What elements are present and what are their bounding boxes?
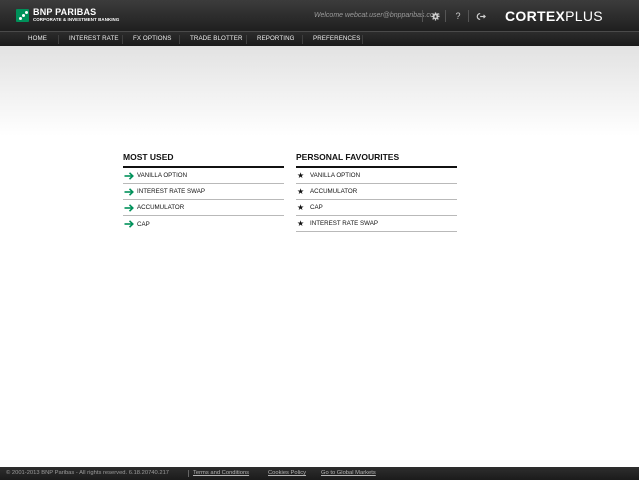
header-divider xyxy=(445,10,446,22)
logo-mark-icon xyxy=(16,8,29,22)
gear-icon[interactable] xyxy=(428,9,442,23)
nav-fx-options[interactable]: FX OPTIONS xyxy=(133,32,171,46)
brand-light: PLUS xyxy=(565,8,603,24)
brand-bold: CORTEX xyxy=(505,8,566,24)
favourite-item-accumulator[interactable]: ★ ACCUMULATOR xyxy=(296,184,457,200)
nav-divider xyxy=(122,35,123,44)
most-used-panel: MOST USED VANILLA OPTION INTEREST RATE S… xyxy=(123,152,284,232)
nav-trade-blotter[interactable]: TRADE BLOTTER xyxy=(190,32,243,46)
copyright-text: © 2001-2013 BNP Paribas - All rights res… xyxy=(6,470,170,476)
logo-subtitle: CORPORATE & INVESTMENT BANKING xyxy=(33,17,120,22)
favourite-item-cap[interactable]: ★ CAP xyxy=(296,200,457,216)
app-footer: © 2001-2013 BNP Paribas - All rights res… xyxy=(0,467,639,480)
list-item-label: CAP xyxy=(310,204,323,211)
most-used-item-vanilla-option[interactable]: VANILLA OPTION xyxy=(123,168,284,184)
nav-home[interactable]: HOME xyxy=(28,32,47,46)
list-item-label: ACCUMULATOR xyxy=(137,204,185,211)
nav-divider xyxy=(58,35,59,44)
help-button[interactable]: ? xyxy=(451,9,465,23)
power-icon[interactable] xyxy=(474,9,488,23)
list-item-label: INTEREST RATE SWAP xyxy=(310,220,378,227)
header-divider xyxy=(422,10,423,22)
nav-divider xyxy=(246,35,247,44)
most-used-item-cap[interactable]: CAP xyxy=(123,216,284,232)
main-nav: HOME INTEREST RATE FX OPTIONS TRADE BLOT… xyxy=(0,31,639,46)
favourite-item-vanilla-option[interactable]: ★ VANILLA OPTION xyxy=(296,168,457,184)
cookies-link[interactable]: Cookies Policy xyxy=(268,470,306,476)
nav-preferences[interactable]: PREFERENCES xyxy=(313,32,361,46)
nav-divider xyxy=(302,35,303,44)
star-icon[interactable]: ★ xyxy=(297,219,307,228)
list-item-label: VANILLA OPTION xyxy=(310,172,361,179)
cortex-plus-brand: CORTEXPLUS xyxy=(505,8,603,24)
global-markets-link[interactable]: Go to Global Markets xyxy=(321,470,376,476)
arrow-right-icon xyxy=(124,187,134,196)
bnp-paribas-logo[interactable]: BNP PARIBAS CORPORATE & INVESTMENT BANKI… xyxy=(16,8,119,22)
arrow-right-icon xyxy=(124,220,134,228)
star-icon[interactable]: ★ xyxy=(297,203,307,212)
list-item-label: INTEREST RATE SWAP xyxy=(137,188,205,195)
arrow-right-icon xyxy=(124,203,134,212)
footer-divider xyxy=(188,470,189,477)
logo-name: BNP PARIBAS xyxy=(33,7,97,17)
personal-favourites-title: PERSONAL FAVOURITES xyxy=(296,152,457,168)
nav-reporting[interactable]: REPORTING xyxy=(257,32,295,46)
personal-favourites-panel: PERSONAL FAVOURITES ★ VANILLA OPTION ★ A… xyxy=(296,152,457,232)
most-used-item-accumulator[interactable]: ACCUMULATOR xyxy=(123,200,284,216)
star-icon[interactable]: ★ xyxy=(297,187,307,196)
most-used-title: MOST USED xyxy=(123,152,284,168)
list-item-label: VANILLA OPTION xyxy=(137,172,188,179)
nav-interest-rate[interactable]: INTEREST RATE xyxy=(69,32,119,46)
arrow-right-icon xyxy=(124,171,134,180)
most-used-item-interest-rate-swap[interactable]: INTEREST RATE SWAP xyxy=(123,184,284,200)
welcome-user-text: Welcome webcat.user@bnpparibas.com xyxy=(314,12,440,19)
content-header-band xyxy=(0,46,639,136)
nav-divider xyxy=(362,35,363,44)
favourite-item-interest-rate-swap[interactable]: ★ INTEREST RATE SWAP xyxy=(296,216,457,232)
list-item-label: CAP xyxy=(137,220,150,228)
nav-divider xyxy=(179,35,180,44)
app-header: BNP PARIBAS CORPORATE & INVESTMENT BANKI… xyxy=(0,0,639,31)
list-item-label: ACCUMULATOR xyxy=(310,188,358,195)
header-divider xyxy=(468,10,469,22)
star-icon[interactable]: ★ xyxy=(297,171,307,180)
terms-link[interactable]: Terms and Conditions xyxy=(193,470,249,476)
